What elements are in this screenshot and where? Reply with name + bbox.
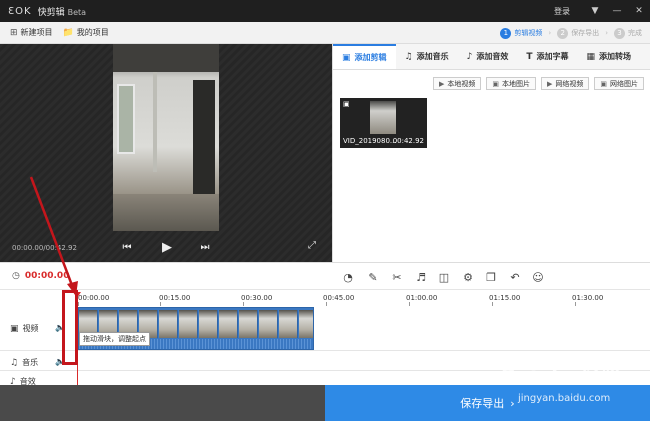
- annotation-arrow: [29, 176, 78, 296]
- arrow-head: [67, 281, 78, 296]
- watermark-logo: Bai du 经验: [500, 364, 619, 388]
- save-export-label: 保存导出: [460, 397, 505, 410]
- chevron-right-icon: ›: [510, 396, 515, 410]
- watermark-url: jingyan.baidu.com: [518, 393, 611, 404]
- bottom-bar: [0, 385, 325, 421]
- arrow-line: [29, 176, 75, 289]
